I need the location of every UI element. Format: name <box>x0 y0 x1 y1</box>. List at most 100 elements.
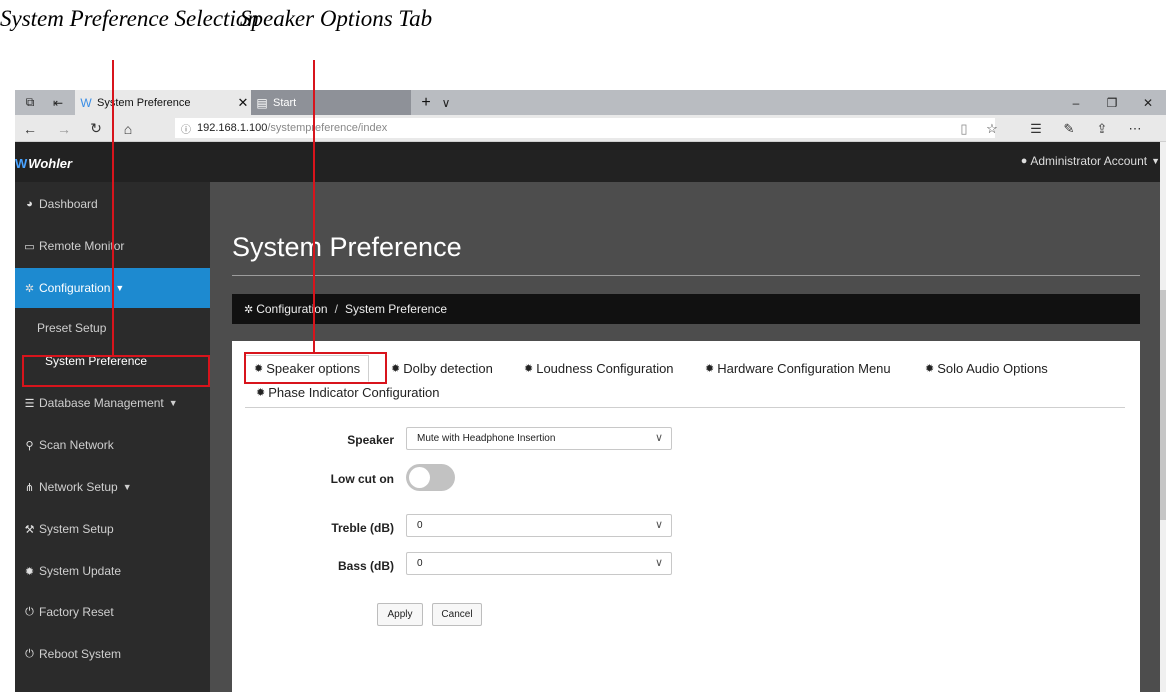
app-top-bar: W Wohler ● Administrator Account ▼ <box>15 142 1166 182</box>
caret-down-icon: ▼ <box>115 283 125 293</box>
tab-hardware-configuration-menu[interactable]: ✹ Hardware Configuration Menu <box>705 361 891 376</box>
sidebar-item-scan-network[interactable]: ⚲ Scan Network <box>15 425 210 465</box>
power-icon: ⏻ <box>25 605 34 618</box>
chevron-down-icon: ∨ <box>654 557 663 569</box>
tab-dolby-detection[interactable]: ✹ Dolby detection <box>391 361 493 376</box>
tab-solo-audio-options[interactable]: ✹ Solo Audio Options <box>925 361 1048 376</box>
tab-list-chevron-icon[interactable]: ∨ <box>437 90 455 115</box>
url-path: /systempreference/index <box>267 122 388 134</box>
apply-button[interactable]: Apply <box>377 603 423 626</box>
low-cut-toggle[interactable] <box>406 464 455 491</box>
settings-panel: ✹ Speaker options ✹ Dolby detection ✹ Lo… <box>232 341 1140 692</box>
bass-label: Bass (dB) <box>337 559 394 573</box>
pen-icon[interactable]: ✎ <box>1055 115 1083 142</box>
gear-icon: ✹ <box>705 363 715 375</box>
sidebar-item-reboot-system[interactable]: ⏻ Reboot System <box>15 634 210 674</box>
power-icon: ⏻ <box>25 647 34 660</box>
sidebar-item-system-setup[interactable]: ⚒ System Setup <box>15 509 210 549</box>
browser-tab-bar: ⧉ ⇤ W System Preference ✕ ▤ Start + ∨ – … <box>15 90 1166 115</box>
browser-tab-system-preference[interactable]: W System Preference ✕ <box>75 90 251 115</box>
annotation-box-speaker-options <box>244 352 387 384</box>
cancel-button[interactable]: Cancel <box>432 603 482 626</box>
network-icon: ⋔ <box>24 481 35 494</box>
wohler-logo-icon: W <box>15 155 28 171</box>
annotation-speaker-options-tab: Speaker Options Tab <box>240 6 433 31</box>
forward-arrow-icon[interactable]: → <box>51 115 77 142</box>
share-icon[interactable]: ⇪ <box>1088 115 1116 142</box>
gear-icon: ✹ <box>24 565 35 578</box>
url-field[interactable]: ⓘ 192.168.1.100/systempreference/index <box>175 118 995 138</box>
more-icon[interactable]: ⋯ <box>1121 115 1149 142</box>
favorites-star-icon[interactable]: ☆ <box>978 115 1006 142</box>
chevron-down-icon: ∨ <box>654 432 663 444</box>
tab-back-icon[interactable]: ⇤ <box>45 90 71 115</box>
wrench-icon: ⚒ <box>24 523 35 536</box>
sidebar-item-system-update[interactable]: ✹ System Update <box>15 551 210 591</box>
browser-tab-title: System Preference <box>97 96 191 109</box>
low-cut-label: Low cut on <box>330 472 394 486</box>
breadcrumb-separator: / <box>334 302 338 316</box>
annotation-line-system-preference <box>112 60 114 357</box>
treble-label: Treble (dB) <box>331 521 394 535</box>
reading-view-icon[interactable]: ▯ <box>950 115 978 142</box>
speaker-label: Speaker <box>347 433 394 447</box>
treble-select[interactable]: 0 ∨ <box>406 514 672 537</box>
account-menu[interactable]: ● Administrator Account ▼ <box>1021 154 1160 168</box>
site-info-icon[interactable]: ⓘ <box>175 121 197 136</box>
start-page-icon: ▤ <box>256 95 268 110</box>
tab-loudness-configuration[interactable]: ✹ Loudness Configuration <box>524 361 674 376</box>
new-tab-button[interactable]: + <box>415 90 437 115</box>
speaker-select-value: Mute with Headphone Insertion <box>417 433 556 444</box>
tab-phase-indicator-configuration[interactable]: ✹ Phase Indicator Configuration <box>256 385 440 400</box>
annotation-system-preference-selection: System Preference Selection <box>0 6 259 31</box>
sidebar-item-database-management[interactable]: ☰ Database Management ▼ <box>15 383 210 423</box>
page-scrollbar-thumb[interactable] <box>1160 290 1166 520</box>
monitor-icon: ▭ <box>24 240 35 253</box>
url-host: 192.168.1.100 <box>197 122 268 134</box>
account-label: Administrator Account <box>1030 154 1148 168</box>
title-divider <box>232 275 1140 276</box>
minimize-button[interactable]: – <box>1058 90 1094 115</box>
database-icon: ☰ <box>24 397 35 410</box>
breadcrumb-configuration[interactable]: Configuration <box>256 302 327 316</box>
cogs-icon: ✲ <box>24 282 35 295</box>
dashboard-icon: ◕ <box>26 198 33 210</box>
browser-window: ⧉ ⇤ W System Preference ✕ ▤ Start + ∨ – … <box>15 90 1166 692</box>
tab-actions-icon[interactable]: ⧉ <box>17 90 43 115</box>
restore-button[interactable]: ❐ <box>1094 90 1130 115</box>
user-icon: ● <box>1020 155 1028 167</box>
caret-down-icon: ▼ <box>168 398 178 408</box>
treble-select-value: 0 <box>417 520 423 531</box>
bass-select-value: 0 <box>417 558 423 569</box>
caret-down-icon: ▼ <box>122 482 132 492</box>
chevron-down-icon: ∨ <box>654 519 663 531</box>
annotation-box-system-preference <box>22 355 210 387</box>
gear-icon: ✹ <box>524 363 534 375</box>
refresh-icon[interactable]: ↻ <box>83 115 109 142</box>
page-title: System Preference <box>232 232 462 262</box>
sidebar-item-network-setup[interactable]: ⋔ Network Setup ▼ <box>15 467 210 507</box>
speaker-select[interactable]: Mute with Headphone Insertion ∨ <box>406 427 672 450</box>
bass-select[interactable]: 0 ∨ <box>406 552 672 575</box>
cogs-icon: ✲ <box>244 303 254 316</box>
gear-icon: ✹ <box>925 363 935 375</box>
annotation-line-speaker-options <box>313 60 315 354</box>
main-content: System Preference ✲ Configuration / Syst… <box>210 182 1166 692</box>
wohler-logo[interactable]: W Wohler <box>15 154 72 172</box>
gear-icon: ✹ <box>256 387 266 399</box>
search-icon: ⚲ <box>25 439 34 452</box>
close-window-button[interactable]: ✕ <box>1130 90 1166 115</box>
favorites-list-icon[interactable]: ☰ <box>1022 115 1050 142</box>
browser-tab-start[interactable]: ▤ Start <box>251 90 411 115</box>
home-icon[interactable]: ⌂ <box>115 115 141 142</box>
sidebar-item-factory-reset[interactable]: ⏻ Factory Reset <box>15 592 210 632</box>
browser-tab-title: Start <box>273 96 297 109</box>
close-tab-icon[interactable]: ✕ <box>235 95 251 111</box>
caret-down-icon: ▼ <box>1151 156 1160 166</box>
back-arrow-icon[interactable]: ← <box>17 115 43 142</box>
gear-icon: ✹ <box>391 363 401 375</box>
breadcrumb: ✲ Configuration / System Preference <box>232 294 1140 324</box>
toggle-knob <box>409 467 430 488</box>
address-bar: ← → ↻ ⌂ ⓘ 192.168.1.100/systempreference… <box>15 115 1166 142</box>
wohler-favicon-icon: W <box>80 95 92 110</box>
